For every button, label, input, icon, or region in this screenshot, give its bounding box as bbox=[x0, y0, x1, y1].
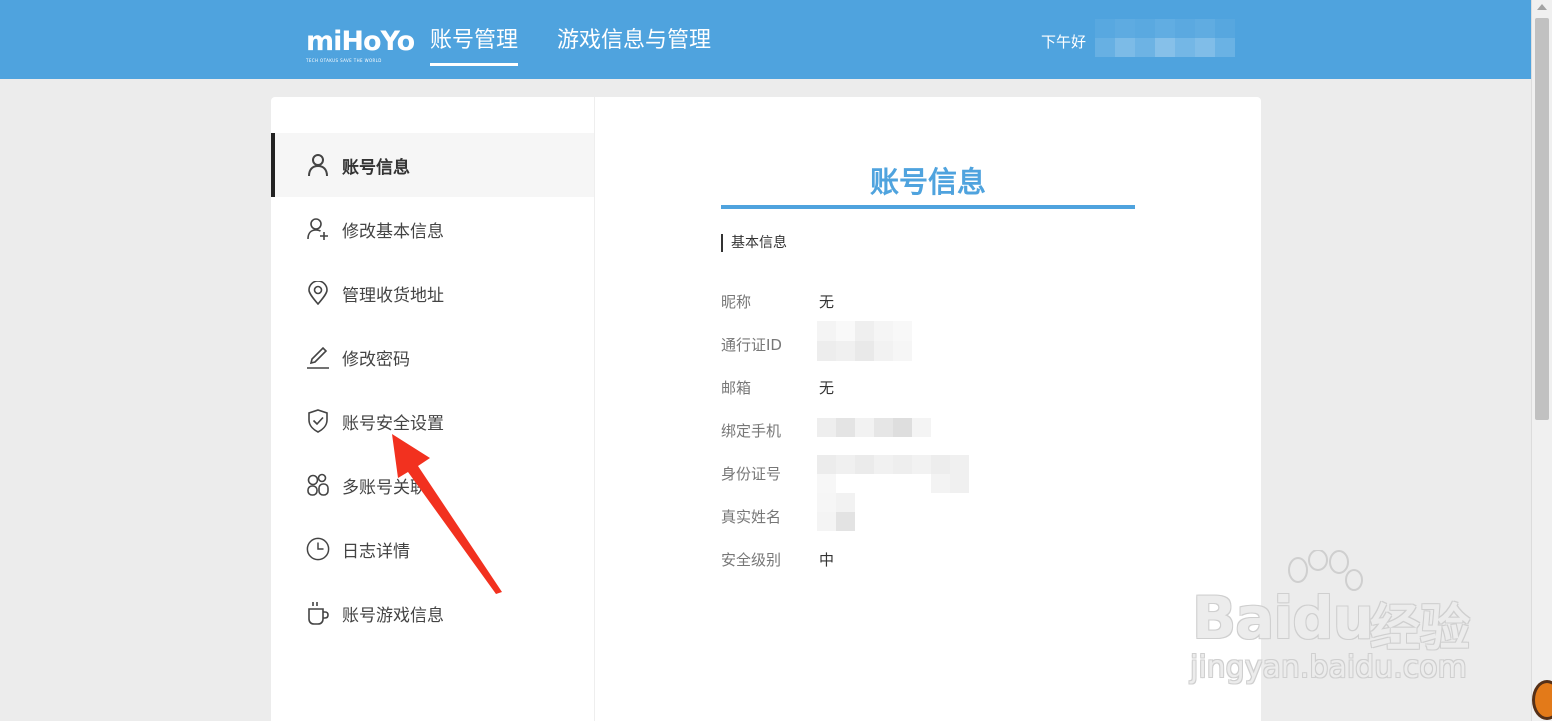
id-number-redacted bbox=[817, 455, 969, 493]
sidebar-item-label: 账号安全设置 bbox=[342, 413, 444, 434]
account-card: 账号信息 修改基本信息 管理收货地址 修改密码 账号安全设置 多账号关联 日志详… bbox=[271, 97, 1261, 721]
sidebar-item-label: 修改基本信息 bbox=[342, 221, 444, 242]
clock-icon bbox=[306, 537, 330, 561]
sidebar-item-game-info[interactable]: 账号游戏信息 bbox=[271, 581, 594, 645]
pencil-icon bbox=[306, 345, 330, 369]
sidebar-item-label: 多账号关联 bbox=[342, 477, 427, 498]
greeting-text: 下午好 bbox=[1041, 33, 1087, 51]
sidebar-item-label: 日志详情 bbox=[342, 541, 410, 562]
scroll-up-arrow-icon[interactable] bbox=[1537, 4, 1547, 10]
field-label-nickname: 昵称 bbox=[721, 293, 752, 311]
field-value-security-level: 中 bbox=[819, 551, 835, 569]
field-label-security-level: 安全级别 bbox=[721, 551, 782, 569]
baidu-jingyan-watermark: Baidu 经验 jingyan.baidu.com bbox=[1180, 548, 1500, 708]
real-name-redacted bbox=[817, 493, 855, 531]
logo-tagline: TECH OTAKUS SAVE THE WORLD bbox=[306, 58, 382, 63]
field-label-id-number: 身份证号 bbox=[721, 465, 782, 483]
passport-id-redacted bbox=[817, 321, 912, 361]
user-icon bbox=[306, 153, 330, 177]
field-label-passport-id: 通行证ID bbox=[721, 336, 782, 354]
field-value-email: 无 bbox=[819, 379, 835, 397]
top-navbar: miHoYo TECH OTAKUS SAVE THE WORLD 账号管理 游… bbox=[0, 0, 1531, 79]
field-label-bound-phone: 绑定手机 bbox=[721, 422, 782, 440]
sidebar-item-manage-address[interactable]: 管理收货地址 bbox=[271, 261, 594, 325]
bound-phone-redacted bbox=[817, 418, 931, 437]
page-scrollbar[interactable] bbox=[1531, 0, 1552, 721]
field-value-nickname: 无 bbox=[819, 293, 835, 311]
multi-user-icon bbox=[306, 473, 330, 497]
sidebar-item-label: 修改密码 bbox=[342, 349, 410, 370]
sidebar-item-label: 账号游戏信息 bbox=[342, 605, 444, 626]
sidebar-item-log-details[interactable]: 日志详情 bbox=[271, 517, 594, 581]
sidebar-item-account-info[interactable]: 账号信息 bbox=[271, 133, 594, 197]
sidebar-item-security-settings[interactable]: 账号安全设置 bbox=[271, 389, 594, 453]
sidebar-item-label: 账号信息 bbox=[342, 157, 410, 178]
watermark-url: jingyan.baidu.com bbox=[1190, 650, 1467, 685]
tab-account-management[interactable]: 账号管理 bbox=[430, 27, 519, 66]
field-label-email: 邮箱 bbox=[721, 379, 752, 397]
user-plus-icon bbox=[306, 217, 330, 241]
sidebar-item-edit-basic-info[interactable]: 修改基本信息 bbox=[271, 197, 594, 261]
username-redacted bbox=[1095, 19, 1235, 57]
watermark-brand: Baidu bbox=[1192, 584, 1374, 652]
sidebar: 账号信息 修改基本信息 管理收货地址 修改密码 账号安全设置 多账号关联 日志详… bbox=[271, 97, 595, 721]
mihoyo-logo[interactable]: miHoYo TECH OTAKUS SAVE THE WORLD bbox=[306, 26, 415, 66]
field-label-real-name: 真实姓名 bbox=[721, 508, 782, 526]
title-underline bbox=[721, 205, 1135, 209]
section-heading: 基本信息 bbox=[721, 234, 787, 252]
logo-text: miHoYo bbox=[306, 26, 415, 57]
scroll-thumb[interactable] bbox=[1535, 18, 1549, 420]
sidebar-item-label: 管理收货地址 bbox=[342, 285, 444, 306]
tab-game-info-management[interactable]: 游戏信息与管理 bbox=[557, 27, 711, 55]
shield-check-icon bbox=[306, 409, 330, 433]
sidebar-item-change-password[interactable]: 修改密码 bbox=[271, 325, 594, 389]
sidebar-item-multi-account[interactable]: 多账号关联 bbox=[271, 453, 594, 517]
page-title: 账号信息 bbox=[869, 165, 986, 199]
cup-icon bbox=[306, 601, 330, 625]
location-pin-icon bbox=[306, 281, 330, 305]
